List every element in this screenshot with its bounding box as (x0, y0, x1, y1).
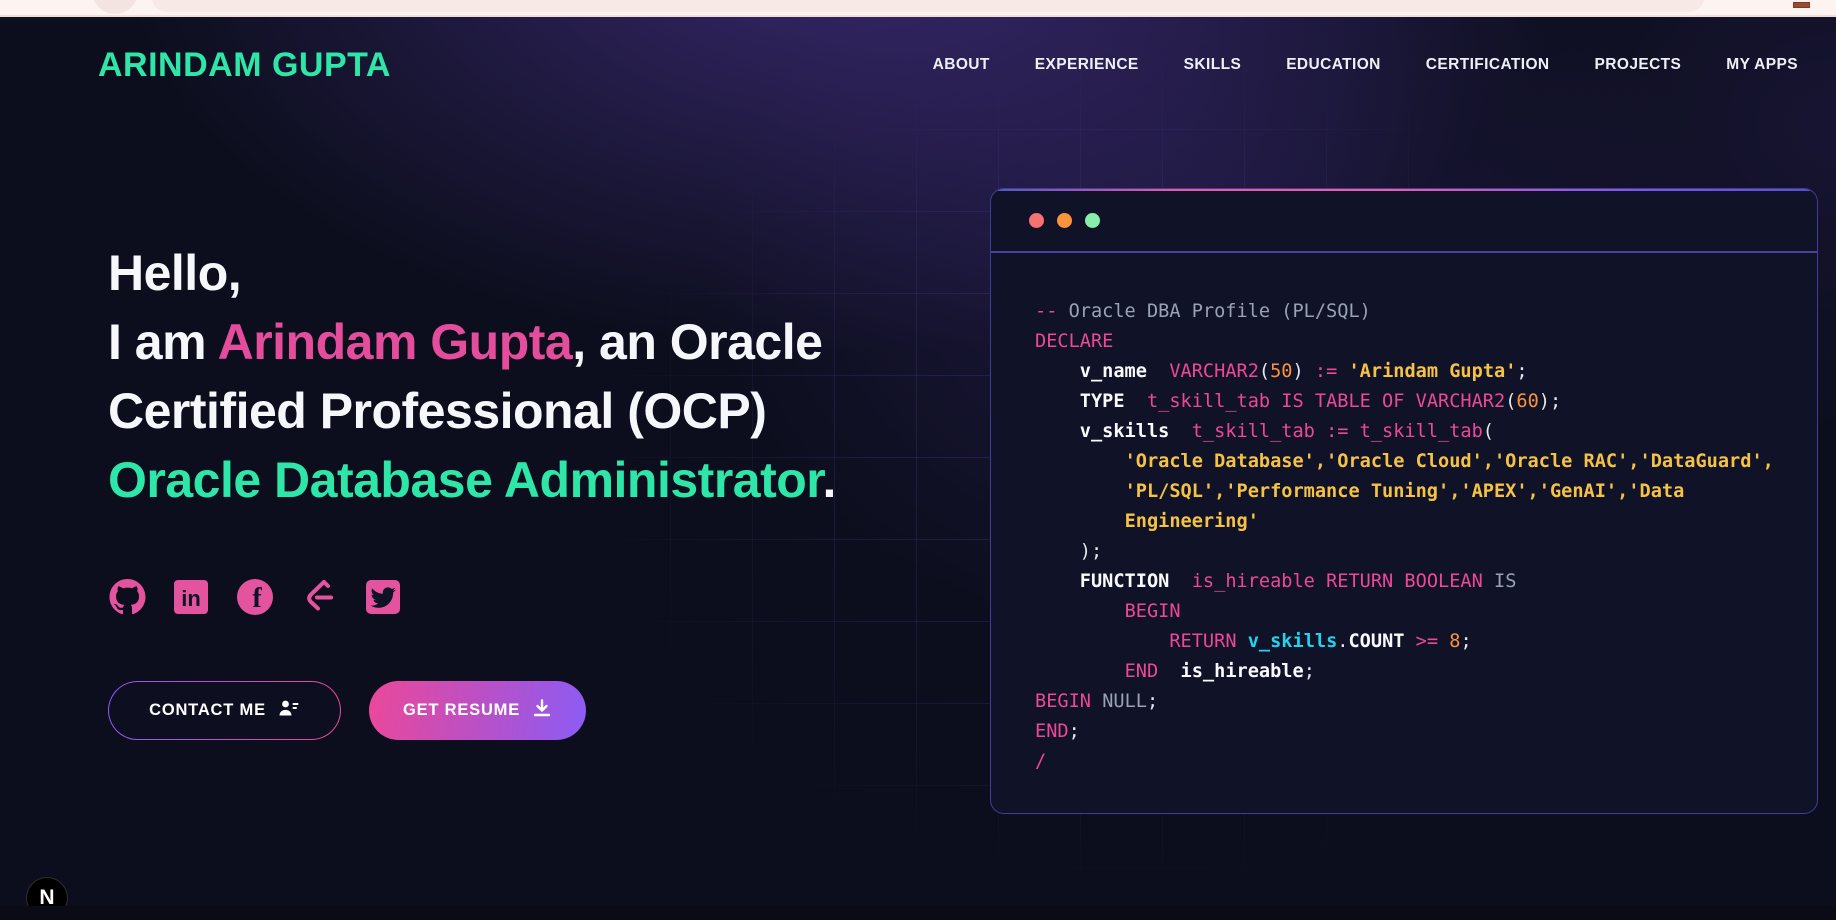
code-line: -- Oracle DBA Profile (PL/SQL) (1035, 297, 1809, 327)
get-resume-button[interactable]: GET RESUME (369, 681, 586, 740)
svg-text:f: f (252, 583, 262, 614)
contact-me-button[interactable]: CONTACT ME (108, 681, 341, 740)
hero-line-3: Certified Professional (OCP) (108, 377, 836, 446)
code-line: 'PL/SQL','Performance Tuning','APEX','Ge… (1035, 477, 1809, 507)
code-editor-window: -- Oracle DBA Profile (PL/SQL)DECLARE v_… (990, 188, 1818, 814)
hero-line-4: Oracle Database Administrator. (108, 446, 836, 515)
extension-icon[interactable] (1793, 2, 1810, 8)
download-icon (532, 698, 552, 723)
person-lines-icon (278, 698, 300, 723)
window-titlebar (991, 189, 1817, 253)
nav-link-experience[interactable]: EXPERIENCE (1035, 56, 1139, 73)
code-line: ); (1035, 537, 1809, 567)
navbar: ARINDAM GUPTA ABOUT EXPERIENCE SKILLS EDUCA… (0, 17, 1836, 113)
nav-link-my-apps[interactable]: MY APPS (1726, 56, 1798, 73)
code-line: BEGIN NULL; (1035, 687, 1809, 717)
plsql-code-block: -- Oracle DBA Profile (PL/SQL)DECLARE v_… (991, 253, 1817, 777)
code-line: BEGIN (1035, 597, 1809, 627)
portfolio-page: ARINDAM GUPTA ABOUT EXPERIENCE SKILLS EDUCA… (0, 17, 1836, 920)
leetcode-icon[interactable] (300, 578, 338, 616)
window-dot-green (1085, 213, 1100, 228)
code-line: v_skills t_skill_tab := t_skill_tab( (1035, 417, 1809, 447)
section-bottom-band (0, 906, 1836, 920)
window-dot-red (1029, 213, 1044, 228)
code-line: v_name VARCHAR2(50) := 'Arindam Gupta'; (1035, 357, 1809, 387)
browser-chrome-strip (0, 0, 1836, 17)
code-line: Engineering' (1035, 507, 1809, 537)
window-dot-orange (1057, 213, 1072, 228)
facebook-icon[interactable]: f (236, 578, 274, 616)
code-line: END is_hireable; (1035, 657, 1809, 687)
code-line: RETURN v_skills.COUNT >= 8; (1035, 627, 1809, 657)
linkedin-icon[interactable]: in (172, 578, 210, 616)
hero-line-2: I am Arindam Gupta, an Oracle (108, 308, 836, 377)
code-line: TYPE t_skill_tab IS TABLE OF VARCHAR2(60… (1035, 387, 1809, 417)
hero-name: Arindam Gupta (218, 314, 573, 370)
browser-avatar-circle (92, 0, 138, 14)
twitter-icon[interactable] (364, 578, 402, 616)
nav-link-projects[interactable]: PROJECTS (1595, 56, 1682, 73)
code-line: 'Oracle Database','Oracle Cloud','Oracle… (1035, 447, 1809, 477)
github-icon[interactable] (108, 578, 146, 616)
code-line: FUNCTION is_hireable RETURN BOOLEAN IS (1035, 567, 1809, 597)
hero-heading: Hello, I am Arindam Gupta, an Oracle Cer… (108, 239, 836, 515)
get-resume-label: GET RESUME (403, 701, 520, 720)
code-line: END; (1035, 717, 1809, 747)
svg-text:in: in (181, 586, 201, 611)
hero-role: Oracle Database Administrator (108, 452, 822, 508)
nav-link-skills[interactable]: SKILLS (1184, 56, 1242, 73)
nav-links: ABOUT EXPERIENCE SKILLS EDUCATION CERTIFICAT… (933, 56, 1798, 74)
nav-link-education[interactable]: EDUCATION (1286, 56, 1381, 73)
code-line: / (1035, 747, 1809, 777)
code-line: DECLARE (1035, 327, 1809, 357)
cta-buttons: CONTACT ME GET RESUME (108, 681, 586, 740)
contact-me-label: CONTACT ME (149, 701, 266, 720)
site-logo[interactable]: ARINDAM GUPTA (98, 46, 391, 85)
nav-link-about[interactable]: ABOUT (933, 56, 990, 73)
nav-link-certification[interactable]: CERTIFICATION (1426, 56, 1550, 73)
social-links: in f (108, 578, 402, 616)
hero-line-1: Hello, (108, 239, 836, 308)
address-bar[interactable] (152, 0, 1704, 12)
